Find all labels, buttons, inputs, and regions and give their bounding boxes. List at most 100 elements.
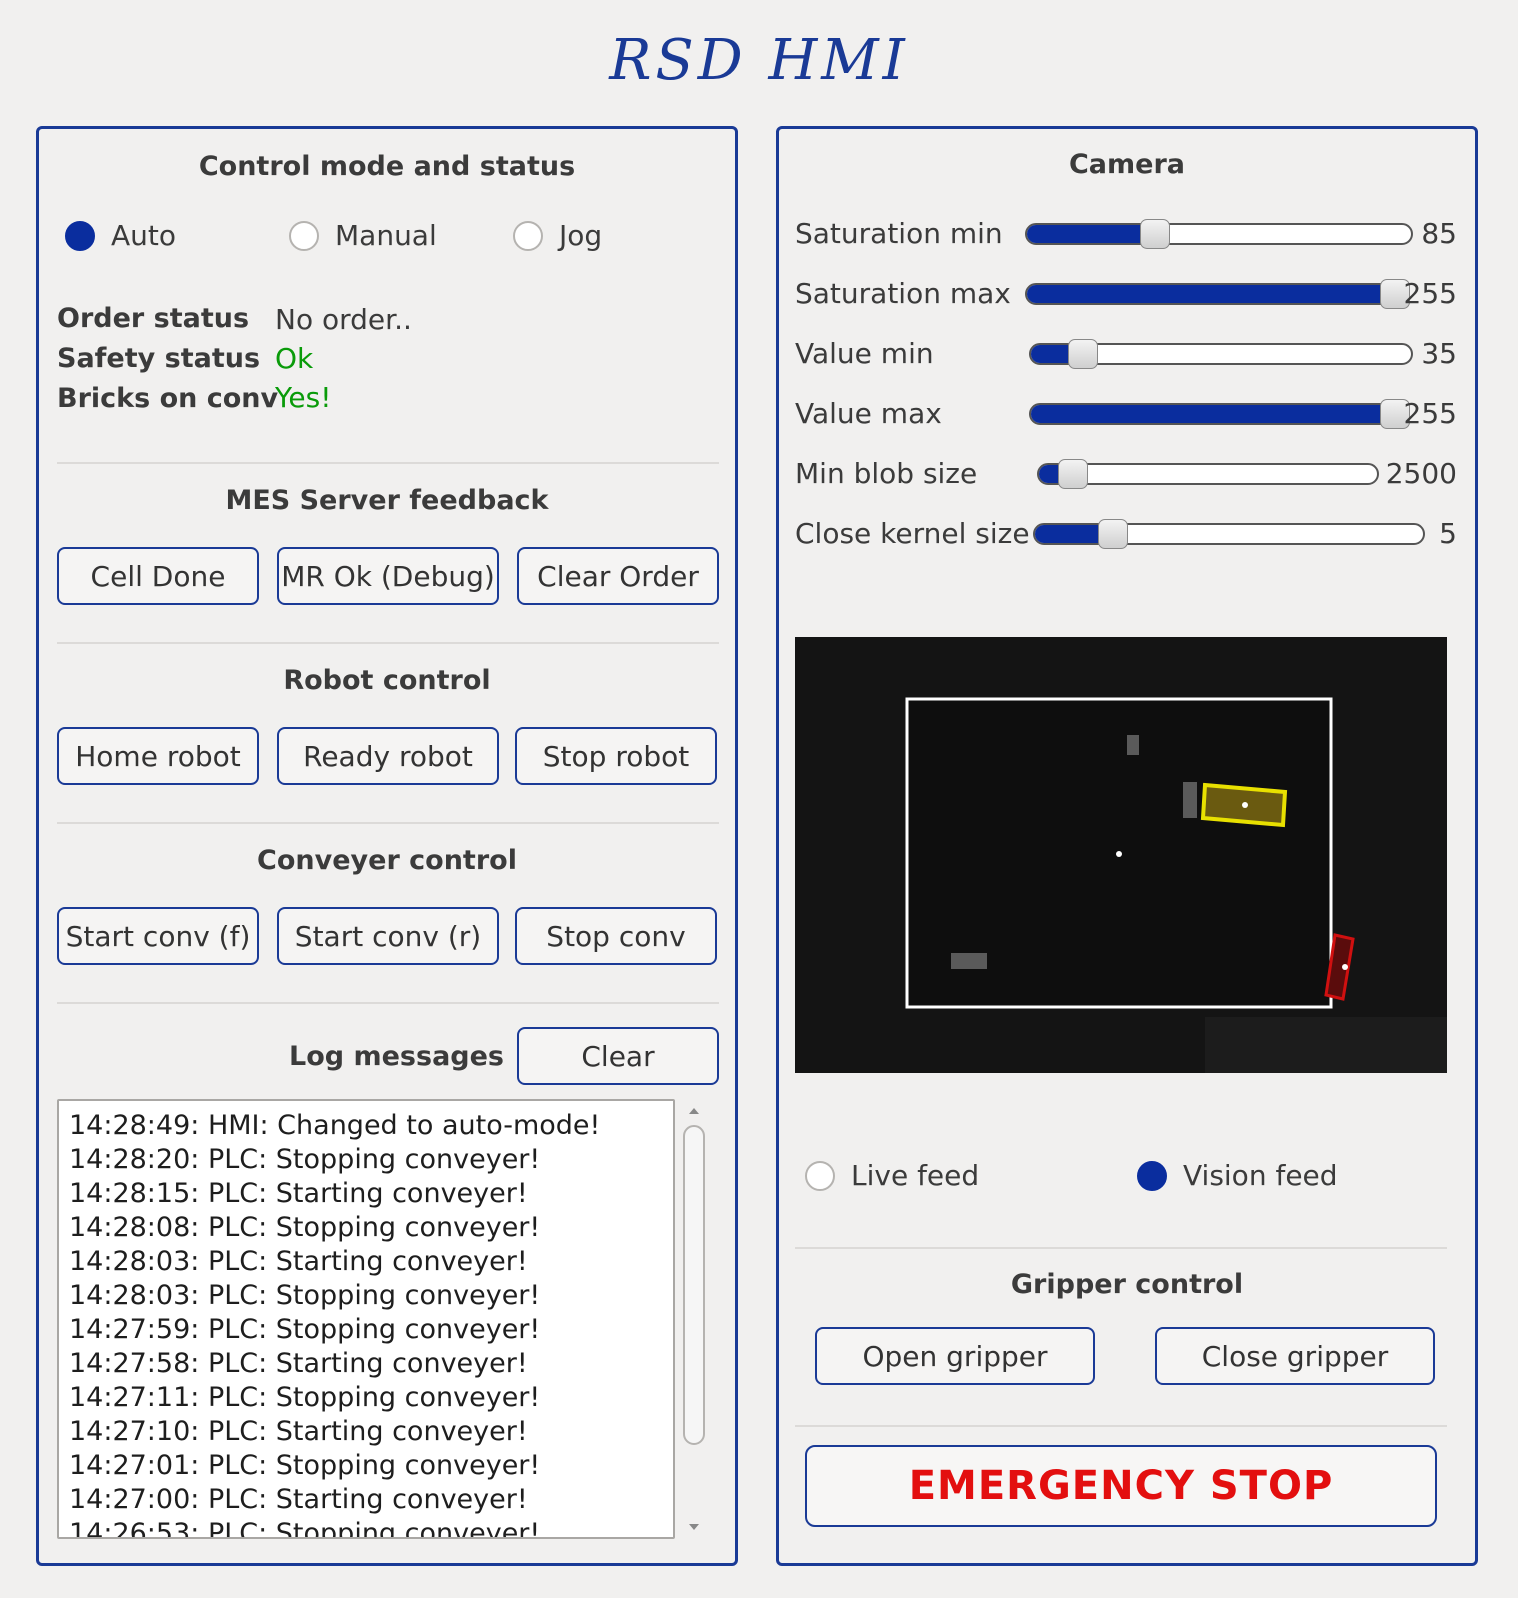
divider	[795, 1247, 1447, 1249]
saturation-max-value: 255	[1403, 277, 1457, 310]
bricks-on-conv-label: Bricks on conv	[57, 383, 279, 414]
order-status-label: Order status	[57, 303, 250, 334]
min-blob-size-row: Min blob size 2500	[779, 454, 1475, 494]
log-entry: 14:27:00: PLC: Starting conveyer!	[69, 1484, 528, 1515]
log-entry: 14:27:01: PLC: Stopping conveyer!	[69, 1450, 541, 1481]
saturation-max-row: Saturation max 255	[779, 274, 1475, 314]
radio-indicator	[289, 220, 319, 251]
log-entry: 14:28:03: PLC: Starting conveyer!	[69, 1246, 528, 1277]
control-panel: Control mode and status Auto Manual Jog …	[36, 126, 738, 1566]
close-gripper-button[interactable]: Close gripper	[1155, 1327, 1435, 1385]
vision-feed-radio[interactable]: Vision feed	[1137, 1159, 1338, 1192]
home-robot-button[interactable]: Home robot	[57, 727, 259, 785]
value-min-row: Value min 35	[779, 334, 1475, 374]
saturation-min-label: Saturation min	[795, 217, 1003, 250]
log-scrollbar[interactable]	[681, 1099, 707, 1539]
ready-robot-button[interactable]: Ready robot	[277, 727, 499, 785]
mode-manual-label: Manual	[335, 219, 437, 252]
conveyer-control-heading: Conveyer control	[257, 845, 517, 876]
divider	[57, 822, 719, 824]
min-blob-size-slider[interactable]	[1037, 459, 1379, 489]
cell-done-button[interactable]: Cell Done	[57, 547, 259, 605]
scroll-up-icon[interactable]	[681, 1101, 707, 1121]
clear-log-button[interactable]: Clear	[517, 1027, 719, 1085]
slider-fill	[1031, 405, 1395, 423]
saturation-min-value: 85	[1421, 217, 1457, 250]
log-entry: 14:28:49: HMI: Changed to auto-mode!	[69, 1110, 601, 1141]
divider	[795, 1425, 1447, 1427]
slider-handle[interactable]	[1057, 459, 1088, 489]
live-feed-radio[interactable]: Live feed	[805, 1159, 979, 1192]
log-entry: 14:27:59: PLC: Stopping conveyer!	[69, 1314, 541, 1345]
vision-overlay	[795, 637, 1447, 1073]
value-max-slider[interactable]	[1029, 399, 1410, 429]
mr-ok-debug-button[interactable]: MR Ok (Debug)	[277, 547, 499, 605]
saturation-max-slider[interactable]	[1025, 279, 1410, 309]
saturation-min-slider[interactable]	[1025, 219, 1413, 249]
min-blob-size-value: 2500	[1385, 457, 1457, 490]
start-conv-forward-button[interactable]: Start conv (f)	[57, 907, 259, 965]
divider	[57, 462, 719, 464]
scroll-down-icon[interactable]	[681, 1517, 707, 1537]
log-entry: 14:27:58: PLC: Starting conveyer!	[69, 1348, 528, 1379]
stop-robot-button[interactable]: Stop robot	[515, 727, 717, 785]
start-conv-reverse-button[interactable]: Start conv (r)	[277, 907, 499, 965]
slider-fill	[1027, 285, 1395, 303]
open-gripper-button[interactable]: Open gripper	[815, 1327, 1095, 1385]
log-entry: 14:27:10: PLC: Starting conveyer!	[69, 1416, 528, 1447]
camera-heading: Camera	[1068, 149, 1185, 180]
log-entry: 14:26:53: PLC: Stopping conveyer!	[69, 1518, 541, 1539]
camera-panel: Camera Saturation min 85 Saturation max …	[776, 126, 1478, 1566]
mode-auto-radio[interactable]: Auto	[65, 219, 176, 252]
divider	[57, 1002, 719, 1004]
value-min-value: 35	[1421, 337, 1457, 370]
clear-order-button[interactable]: Clear Order	[517, 547, 719, 605]
radio-indicator	[65, 220, 95, 251]
live-feed-label: Live feed	[851, 1159, 980, 1192]
log-list[interactable]: 14:28:49: HMI: Changed to auto-mode! 14:…	[57, 1099, 675, 1539]
detected-brick-yellow	[1200, 782, 1288, 828]
min-blob-size-label: Min blob size	[795, 457, 978, 490]
slider-fill	[1027, 225, 1155, 243]
log-messages-heading: Log messages	[289, 1041, 504, 1072]
divider	[57, 642, 719, 644]
close-kernel-size-row: Close kernel size 5	[779, 514, 1475, 554]
saturation-max-label: Saturation max	[795, 277, 1011, 310]
center-point	[1116, 851, 1122, 857]
slider-handle[interactable]	[1139, 219, 1170, 249]
log-entry: 14:28:08: PLC: Stopping conveyer!	[69, 1212, 541, 1243]
log-entry: 14:28:15: PLC: Starting conveyer!	[69, 1178, 528, 1209]
control-mode-heading: Control mode and status	[198, 151, 576, 182]
value-min-slider[interactable]	[1029, 339, 1413, 369]
radio-indicator	[513, 220, 543, 251]
mode-jog-label: Jog	[559, 219, 603, 252]
close-kernel-size-slider[interactable]	[1033, 519, 1425, 549]
radio-indicator	[1137, 1160, 1167, 1191]
safety-status-label: Safety status	[57, 343, 261, 374]
gripper-control-heading: Gripper control	[1010, 1269, 1244, 1300]
order-status-value: No order..	[275, 303, 412, 336]
value-max-label: Value max	[795, 397, 942, 430]
slider-handle[interactable]	[1097, 519, 1128, 549]
close-kernel-size-value: 5	[1439, 517, 1457, 550]
value-max-value: 255	[1403, 397, 1457, 430]
log-entry: 14:28:03: PLC: Stopping conveyer!	[69, 1280, 541, 1311]
stop-conv-button[interactable]: Stop conv	[515, 907, 717, 965]
emergency-stop-button[interactable]: EMERGENCY STOP	[805, 1445, 1437, 1527]
close-kernel-size-label: Close kernel size	[795, 517, 1030, 550]
mode-auto-label: Auto	[111, 219, 177, 252]
safety-status-value: Ok	[275, 342, 314, 375]
log-entry: 14:28:20: PLC: Stopping conveyer!	[69, 1144, 541, 1175]
value-max-row: Value max 255	[779, 394, 1475, 434]
robot-control-heading: Robot control	[283, 665, 491, 696]
mode-manual-radio[interactable]: Manual	[289, 219, 437, 252]
mes-heading: MES Server feedback	[225, 485, 549, 516]
app-title: RSD HMI	[609, 28, 909, 93]
radio-indicator	[805, 1160, 835, 1191]
value-min-label: Value min	[795, 337, 934, 370]
mode-jog-radio[interactable]: Jog	[513, 219, 602, 252]
camera-feed-view	[795, 637, 1447, 1073]
scrollbar-thumb[interactable]	[683, 1125, 705, 1445]
saturation-min-row: Saturation min 85	[779, 214, 1475, 254]
slider-handle[interactable]	[1068, 339, 1099, 369]
